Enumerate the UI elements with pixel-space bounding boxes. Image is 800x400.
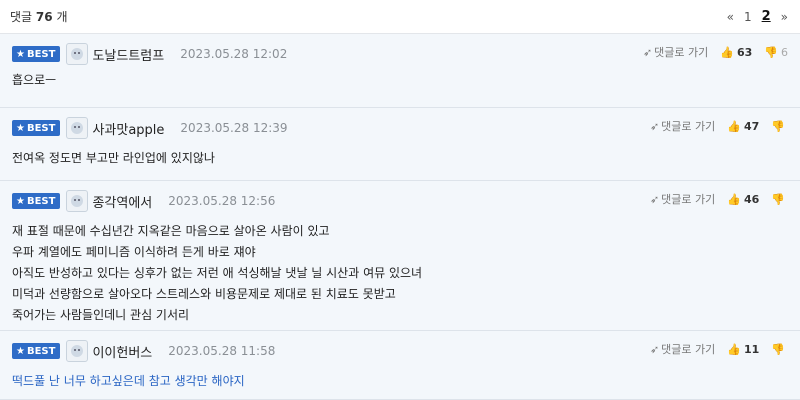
page-2-current[interactable]: 2 xyxy=(762,9,771,24)
send-arrow-icon: ➶ xyxy=(649,342,660,356)
avatar[interactable] xyxy=(66,117,89,139)
downvote-button[interactable]: 👎 xyxy=(771,120,788,133)
comment-line: 죽어가는 사람들인데니 관심 기서리 xyxy=(12,308,190,322)
best-badge: ★ BEST xyxy=(12,120,61,136)
comments-header: 댓글 76 개 « 1 2 » xyxy=(0,0,800,34)
thumbs-down-icon: 👎 xyxy=(771,342,785,356)
reply-label: 댓글로 가기 xyxy=(661,193,716,206)
comment-line: 우파 계열에도 페미니즘 이식하려 든게 바로 쟤야 xyxy=(12,245,256,259)
go-to-reply-link[interactable]: ➶ 댓글로 가기 xyxy=(650,191,715,207)
comment-line: 아직도 반성하고 있다는 싱후가 없는 저런 애 석싱해날 냇날 닐 시산과 여… xyxy=(12,266,423,280)
best-badge-label: BEST xyxy=(26,345,56,357)
upvote-count: 47 xyxy=(743,119,760,133)
go-to-reply-link[interactable]: ➶ 댓글로 가기 xyxy=(650,341,715,357)
upvote-count: 11 xyxy=(743,342,760,356)
upvote-button[interactable]: 👍 11 xyxy=(727,343,759,356)
comment-line: 전여옥 정도면 부고만 라인업에 있지않나 xyxy=(12,151,215,165)
pagination: « 1 2 » xyxy=(727,9,788,24)
best-badge-label: BEST xyxy=(26,48,56,60)
page-1-link[interactable]: 1 xyxy=(744,10,752,24)
avatar[interactable] xyxy=(66,190,89,212)
upvote-button[interactable]: 👍 63 xyxy=(720,46,752,59)
downvote-button[interactable]: 👎 6 xyxy=(764,46,788,59)
comment-line: 떡드풀 난 너무 하고싶은데 참고 생각만 해야지 xyxy=(12,374,245,388)
avatar-icon xyxy=(71,122,84,134)
star-icon: ★ xyxy=(16,48,25,60)
comment-item: ★ BEST 도날드트럼프 2023.05.28 12:02 ➶ 댓글로 가기 👍 6… xyxy=(0,34,800,108)
best-badge: ★ BEST xyxy=(12,46,61,62)
best-badge-label: BEST xyxy=(26,122,56,134)
comment-date: 2023.05.28 12:39 xyxy=(180,121,288,135)
send-arrow-icon: ➶ xyxy=(642,45,653,59)
downvote-button[interactable]: 👎 xyxy=(771,193,788,206)
comment-date: 2023.05.28 12:56 xyxy=(168,194,276,208)
comment-date: 2023.05.28 11:58 xyxy=(168,344,276,358)
comment-body: 재 표절 때문에 수십년간 지옥같은 마음으로 살아온 사람이 있고 우파 계열… xyxy=(12,221,788,326)
nickname[interactable]: 도날드트럼프 xyxy=(92,45,164,64)
reply-label: 댓글로 가기 xyxy=(654,46,709,59)
star-icon: ★ xyxy=(16,122,25,134)
avatar-icon xyxy=(71,195,84,207)
comment-date: 2023.05.28 12:02 xyxy=(180,47,288,61)
avatar-icon xyxy=(71,48,84,60)
avatar[interactable] xyxy=(66,340,89,362)
best-badge: ★ BEST xyxy=(12,343,61,359)
thumbs-up-icon: 👍 xyxy=(727,342,741,356)
comment-line: 흡으로ㅡ xyxy=(12,73,57,87)
comment-line: 재 표절 때문에 수십년간 지옥같은 마음으로 살아온 사람이 있고 xyxy=(12,224,330,238)
thumbs-down-icon: 👎 xyxy=(771,192,785,206)
thumbs-down-icon: 👎 xyxy=(764,45,778,59)
upvote-button[interactable]: 👍 46 xyxy=(727,193,759,206)
comment-body: 전여옥 정도면 부고만 라인업에 있지않나 xyxy=(12,148,788,169)
upvote-count: 46 xyxy=(743,192,760,206)
comment-item: ★ BEST 사과맛apple 2023.05.28 12:39 ➶ 댓글로 가기 … xyxy=(0,108,800,181)
star-icon: ★ xyxy=(16,195,25,207)
comment-line: 미덕과 선량함으로 살아오다 스트레스와 비용문제로 제대로 된 치료도 못받고 xyxy=(12,287,396,301)
send-arrow-icon: ➶ xyxy=(649,192,660,206)
best-badge-label: BEST xyxy=(26,195,56,207)
thumbs-up-icon: 👍 xyxy=(727,192,741,206)
avatar-icon xyxy=(71,345,84,357)
thumbs-down-icon: 👎 xyxy=(771,119,785,133)
comment-count: 댓글 76 개 xyxy=(10,8,68,25)
nickname[interactable]: 이이헌버스 xyxy=(92,342,152,361)
best-badge: ★ BEST xyxy=(12,193,61,209)
go-to-reply-link[interactable]: ➶ 댓글로 가기 xyxy=(650,118,715,134)
comment-body: 흡으로ㅡ xyxy=(12,70,788,91)
upvote-button[interactable]: 👍 47 xyxy=(727,120,759,133)
nickname[interactable]: 종각역에서 xyxy=(92,192,152,211)
avatar[interactable] xyxy=(66,43,89,65)
go-to-reply-link[interactable]: ➶ 댓글로 가기 xyxy=(643,44,708,60)
reply-label: 댓글로 가기 xyxy=(661,343,716,356)
reply-label: 댓글로 가기 xyxy=(661,120,716,133)
star-icon: ★ xyxy=(16,345,25,357)
next-page-button[interactable]: » xyxy=(781,10,788,24)
comment-item: ★ BEST 이이헌버스 2023.05.28 11:58 ➶ 댓글로 가기 👍 11… xyxy=(0,331,800,400)
comment-body: 떡드풀 난 너무 하고싶은데 참고 생각만 해야지 xyxy=(12,371,788,392)
downvote-count: 6 xyxy=(781,45,788,59)
comment-item: ★ BEST 종각역에서 2023.05.28 12:56 ➶ 댓글로 가기 👍 46… xyxy=(0,181,800,331)
comment-count-unit: 개 xyxy=(56,10,68,24)
thumbs-up-icon: 👍 xyxy=(727,119,741,133)
send-arrow-icon: ➶ xyxy=(649,119,660,133)
first-page-button[interactable]: « xyxy=(727,10,734,24)
upvote-count: 63 xyxy=(736,45,753,59)
nickname[interactable]: 사과맛apple xyxy=(92,119,164,138)
comment-count-label: 댓글 xyxy=(10,10,33,24)
downvote-button[interactable]: 👎 xyxy=(771,343,788,356)
thumbs-up-icon: 👍 xyxy=(720,45,734,59)
comment-count-number: 76 xyxy=(35,10,53,24)
